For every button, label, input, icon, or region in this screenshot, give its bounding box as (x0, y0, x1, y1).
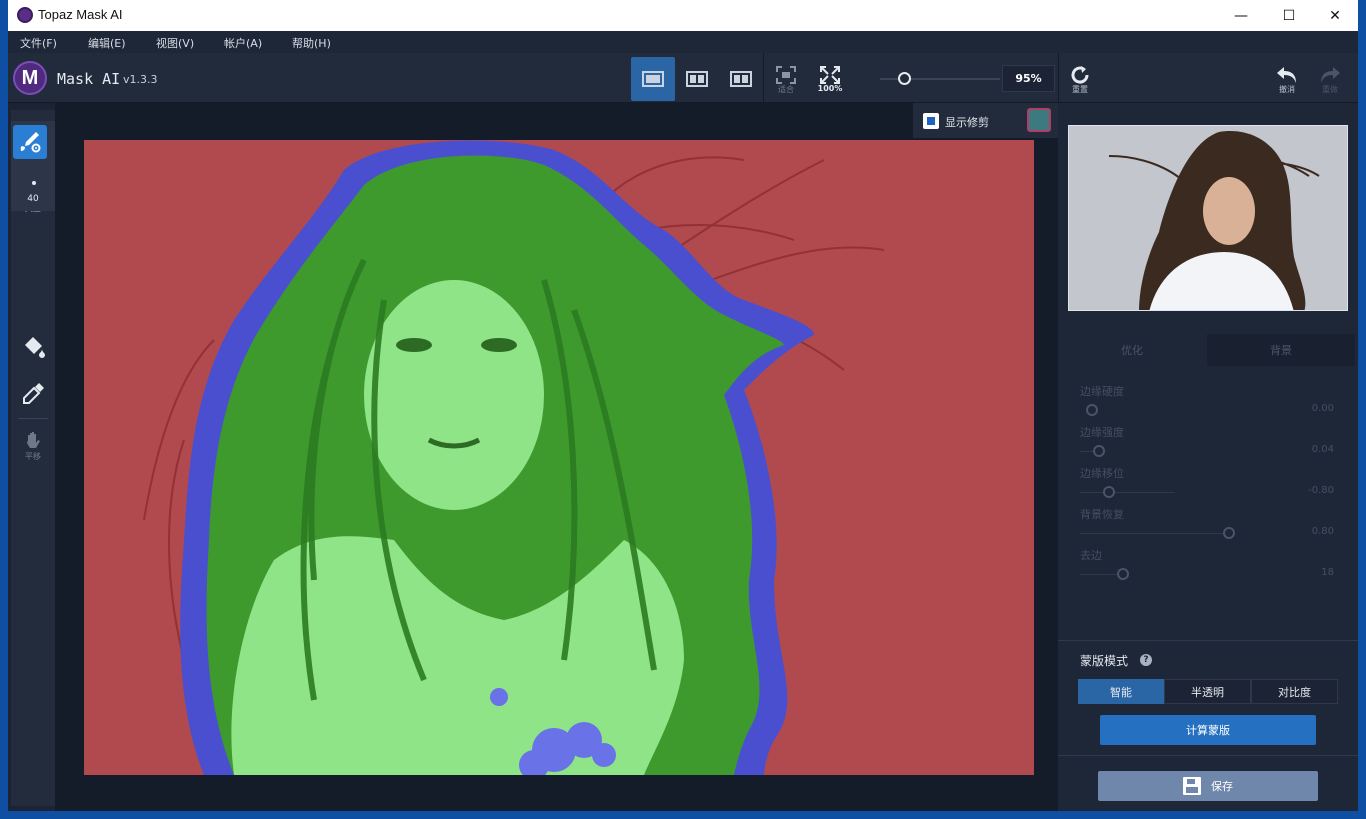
edge-shift-value[interactable]: -0.80 (1286, 482, 1334, 500)
brush-tool-button[interactable] (13, 125, 47, 159)
menu-file[interactable]: 文件(F) (20, 35, 57, 51)
eyedropper-icon (23, 383, 44, 404)
navigator-thumbnail[interactable] (1068, 125, 1348, 311)
mask-overlay (84, 140, 1034, 775)
masked-photo[interactable] (84, 140, 1034, 775)
mode-contrast-button[interactable]: 对比度 (1251, 679, 1338, 704)
defringe-knob[interactable] (1117, 568, 1129, 580)
edge-strength-knob[interactable] (1093, 445, 1105, 457)
toolbar-divider (763, 53, 764, 103)
edge-shift-knob[interactable] (1103, 486, 1115, 498)
paint-bucket-icon (25, 337, 45, 358)
expand-icon (820, 66, 840, 84)
menu-account[interactable]: 帐户(A) (224, 35, 262, 51)
pan-tool[interactable]: 平移 (11, 430, 55, 462)
reset-label: 重置 (1072, 85, 1088, 94)
maximize-button[interactable]: ☐ (1266, 0, 1312, 31)
compute-mask-button[interactable]: 计算蒙版 (1100, 715, 1316, 745)
pan-tool-label: 平移 (25, 452, 41, 461)
brush-size-dot-icon (32, 181, 36, 185)
menu-view[interactable]: 视图(V) (156, 35, 194, 51)
zoom-value-field[interactable]: 95% (1002, 65, 1055, 92)
right-panel: 优化 背景 边缘硬度 0.00 边缘强度 0.04 边缘移位 -0.80 背景恢… (1058, 103, 1358, 811)
tab-refine[interactable]: 优化 (1058, 334, 1206, 366)
menu-edit[interactable]: 编辑(E) (88, 35, 126, 51)
hand-icon (27, 432, 40, 448)
save-disk-icon (1183, 777, 1201, 795)
menu-bar: 文件(F) 编辑(E) 视图(V) 帐户(A) 帮助(H) (8, 31, 1358, 53)
mode-transparency-button[interactable]: 半透明 (1164, 679, 1251, 704)
mask-mode-title: 蒙版模式 (1080, 654, 1129, 668)
background-recovery-value[interactable]: 0.80 (1286, 523, 1334, 541)
fit-label: 适合 (778, 85, 794, 94)
background-recovery-knob[interactable] (1223, 527, 1235, 539)
brush-size-value[interactable]: 40 (11, 194, 55, 204)
tool-divider (18, 418, 48, 419)
edge-strength-value[interactable]: 0.04 (1286, 441, 1334, 459)
edge-hardness-label: 边缘硬度 (1080, 385, 1124, 398)
fit-icon (776, 66, 796, 84)
mask-ai-logo: M (13, 61, 47, 95)
window-title: Topaz Mask AI (38, 7, 123, 22)
title-bar: Topaz Mask AI — ☐ ✕ (8, 0, 1358, 31)
top-toolbar: M Mask AI v1.3.3 适合 100% 95% 重置 撤消 重做 (8, 53, 1358, 103)
background-recovery-track[interactable] (1080, 533, 1230, 534)
single-view-icon (642, 71, 664, 87)
zoom-slider-knob[interactable] (898, 72, 911, 85)
edge-hardness-value[interactable]: 0.00 (1286, 400, 1334, 418)
help-icon[interactable]: ? (1140, 654, 1152, 666)
split-view-button[interactable] (675, 57, 719, 101)
topaz-app-icon (17, 7, 33, 23)
show-clip-label: 显示修剪 (945, 116, 989, 129)
edge-shift-track[interactable] (1080, 492, 1175, 493)
save-button[interactable]: 保存 (1098, 771, 1318, 801)
show-clip-checkbox[interactable] (923, 113, 939, 129)
canvas-area[interactable]: 显示修剪 (55, 103, 1058, 811)
single-view-button[interactable] (631, 57, 675, 101)
tab-background[interactable]: 背景 (1207, 334, 1355, 366)
panel-divider (1058, 640, 1358, 641)
side-by-side-view-icon (730, 71, 752, 87)
defringe-label: 去边 (1080, 549, 1102, 562)
color-picker-tool[interactable] (22, 381, 46, 409)
undo-label: 撤消 (1279, 85, 1295, 94)
app-version: v1.3.3 (123, 73, 158, 86)
mask-color-swatch[interactable] (1027, 108, 1051, 132)
edge-strength-label: 边缘强度 (1080, 426, 1124, 439)
thumbnail-photo (1069, 126, 1347, 310)
redo-label: 重做 (1322, 85, 1338, 94)
panel-tabs: 优化 背景 (1058, 334, 1358, 366)
app-window: Topaz Mask AI — ☐ ✕ 文件(F) 编辑(E) 视图(V) 帐户… (8, 0, 1358, 811)
app-name: Mask AI (57, 70, 121, 88)
side-by-side-view-button[interactable] (719, 57, 763, 101)
redo-icon (1321, 67, 1340, 83)
fill-bucket-tool[interactable] (22, 334, 46, 362)
toolbar-divider (1058, 53, 1059, 103)
edge-shift-label: 边缘移位 (1080, 467, 1124, 480)
edge-hardness-knob[interactable] (1086, 404, 1098, 416)
split-view-icon (686, 71, 708, 87)
menu-help[interactable]: 帮助(H) (292, 35, 331, 51)
show-clip-toggle[interactable]: 显示修剪 (913, 103, 1058, 138)
minimize-button[interactable]: — (1218, 0, 1264, 31)
defringe-value[interactable]: 18 (1286, 564, 1334, 582)
close-button[interactable]: ✕ (1312, 0, 1358, 31)
brush-gear-icon (20, 132, 41, 153)
undo-icon (1277, 67, 1296, 83)
save-label: 保存 (1211, 780, 1233, 793)
mode-smart-button[interactable]: 智能 (1078, 679, 1164, 704)
zoom-100-label: 100% (817, 84, 843, 93)
panel-divider (1058, 755, 1358, 756)
background-recovery-label: 背景恢复 (1080, 508, 1124, 521)
defringe-track[interactable] (1080, 574, 1120, 575)
